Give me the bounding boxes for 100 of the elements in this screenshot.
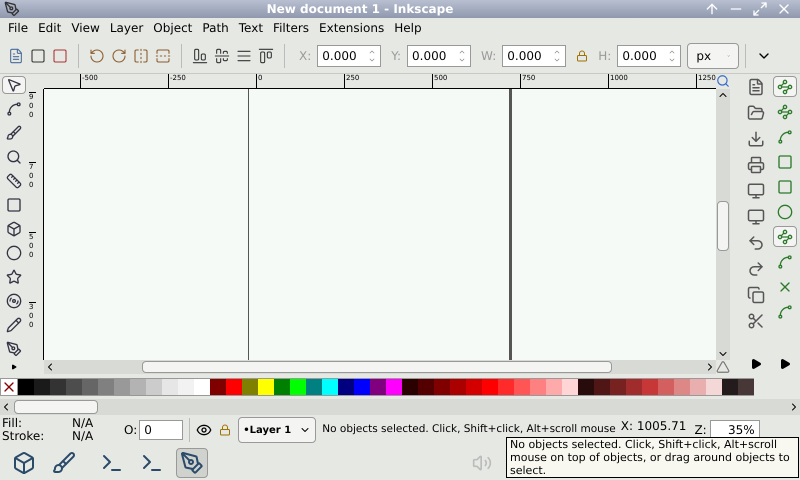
rotate-left-icon[interactable] <box>89 48 105 64</box>
color-swatch[interactable] <box>338 378 354 396</box>
document-icon[interactable] <box>8 48 24 64</box>
maximize-icon[interactable] <box>752 1 768 17</box>
color-swatch[interactable] <box>210 378 226 396</box>
color-swatch[interactable] <box>466 378 482 396</box>
folder-icon[interactable] <box>747 104 765 122</box>
menu-item[interactable]: Layer <box>106 19 148 37</box>
no-paint-swatch[interactable] <box>0 378 18 396</box>
color-swatch[interactable] <box>658 378 674 396</box>
opacity-field[interactable]: 0 <box>139 420 184 440</box>
color-swatch[interactable] <box>434 378 450 396</box>
color-swatch[interactable] <box>514 378 530 396</box>
color-swatch[interactable] <box>386 378 402 396</box>
color-swatch[interactable] <box>306 378 322 396</box>
save-icon[interactable] <box>747 130 765 148</box>
color-swatch[interactable] <box>706 378 722 396</box>
number-field[interactable]: 0.000 <box>502 44 566 66</box>
horizontal-scrollbar[interactable] <box>44 360 716 374</box>
color-swatch[interactable] <box>530 378 546 396</box>
color-swatch[interactable] <box>162 378 178 396</box>
select-all-layers-icon[interactable] <box>52 48 68 64</box>
menu-item[interactable]: Path <box>198 19 233 37</box>
taskbar-button[interactable] <box>176 448 208 478</box>
snap-button[interactable] <box>773 226 797 247</box>
select-all-icon[interactable] <box>30 48 46 64</box>
color-swatch[interactable] <box>290 378 306 396</box>
menu-item[interactable]: Edit <box>34 19 66 37</box>
color-swatch[interactable] <box>722 378 738 396</box>
color-swatch[interactable] <box>578 378 594 396</box>
zoom-icon[interactable] <box>716 74 730 88</box>
color-swatch[interactable] <box>258 378 274 396</box>
color-swatch[interactable] <box>498 378 514 396</box>
color-swatch[interactable] <box>370 378 386 396</box>
color-swatch[interactable] <box>354 378 370 396</box>
color-swatch[interactable] <box>146 378 162 396</box>
color-swatch[interactable] <box>610 378 626 396</box>
color-swatch[interactable] <box>418 378 434 396</box>
color-swatch[interactable] <box>626 378 642 396</box>
flip-vertical-icon[interactable] <box>155 48 171 64</box>
vertical-scrollbar[interactable] <box>716 89 730 360</box>
shade-icon[interactable] <box>704 1 720 17</box>
rotate-right-icon[interactable] <box>111 48 127 64</box>
color-swatch[interactable] <box>402 378 418 396</box>
color-swatch[interactable] <box>226 378 242 396</box>
color-swatch[interactable] <box>738 378 754 396</box>
copy-icon[interactable] <box>747 286 765 304</box>
scroll-thumb[interactable] <box>142 361 612 373</box>
menu-item[interactable]: File <box>4 19 32 37</box>
snap-button[interactable] <box>773 76 797 97</box>
color-swatch[interactable] <box>98 378 114 396</box>
menu-item[interactable]: Object <box>149 19 196 37</box>
color-swatch[interactable] <box>562 378 578 396</box>
color-swatch[interactable] <box>642 378 658 396</box>
layer-dropdown[interactable]: •Layer 1 <box>238 417 316 443</box>
number-field[interactable]: 0.000 <box>317 44 382 66</box>
color-swatch[interactable] <box>34 378 50 396</box>
lower-icon[interactable] <box>214 48 230 64</box>
lower-bottom-icon[interactable] <box>192 48 208 64</box>
expand-icon[interactable] <box>750 358 762 370</box>
color-swatch[interactable] <box>242 378 258 396</box>
color-swatch[interactable] <box>482 378 498 396</box>
undo-icon[interactable] <box>747 234 765 252</box>
menu-item[interactable]: Help <box>390 19 426 37</box>
raise-top-icon[interactable] <box>258 48 274 64</box>
expand-icon[interactable] <box>779 358 791 370</box>
printer-icon[interactable] <box>747 156 765 174</box>
color-management-icon[interactable] <box>716 360 730 374</box>
color-swatch[interactable] <box>546 378 562 396</box>
color-swatch[interactable] <box>690 378 706 396</box>
number-field[interactable]: 0.000 <box>617 44 682 66</box>
color-swatch[interactable] <box>50 378 66 396</box>
color-swatch[interactable] <box>82 378 98 396</box>
tool-button[interactable] <box>2 76 26 94</box>
color-swatch[interactable] <box>594 378 610 396</box>
menu-item[interactable]: Filters <box>269 19 314 37</box>
unit-dropdown[interactable]: px <box>687 42 740 68</box>
flip-horizontal-icon[interactable] <box>133 48 149 64</box>
color-swatch[interactable] <box>130 378 146 396</box>
palette-scrollbar[interactable] <box>0 399 800 415</box>
number-field[interactable]: 0.000 <box>407 44 472 66</box>
color-swatch[interactable] <box>274 378 290 396</box>
lock-icon[interactable] <box>219 424 232 436</box>
color-swatch[interactable] <box>674 378 690 396</box>
lock-icon[interactable] <box>576 50 588 62</box>
menu-item[interactable]: View <box>67 19 104 37</box>
color-swatch[interactable] <box>18 378 34 396</box>
color-swatch[interactable] <box>322 378 338 396</box>
color-swatch[interactable] <box>450 378 466 396</box>
color-swatch[interactable] <box>114 378 130 396</box>
color-swatch[interactable] <box>66 378 82 396</box>
menu-item[interactable]: Extensions <box>315 19 388 37</box>
color-swatch[interactable] <box>194 378 210 396</box>
scroll-thumb[interactable] <box>14 400 98 414</box>
redo-icon[interactable] <box>747 260 765 278</box>
color-swatch[interactable] <box>178 378 194 396</box>
new-document-icon[interactable] <box>747 78 765 96</box>
scissors-icon[interactable] <box>747 312 765 330</box>
eye-icon[interactable] <box>196 422 212 438</box>
scroll-thumb[interactable] <box>717 201 729 251</box>
